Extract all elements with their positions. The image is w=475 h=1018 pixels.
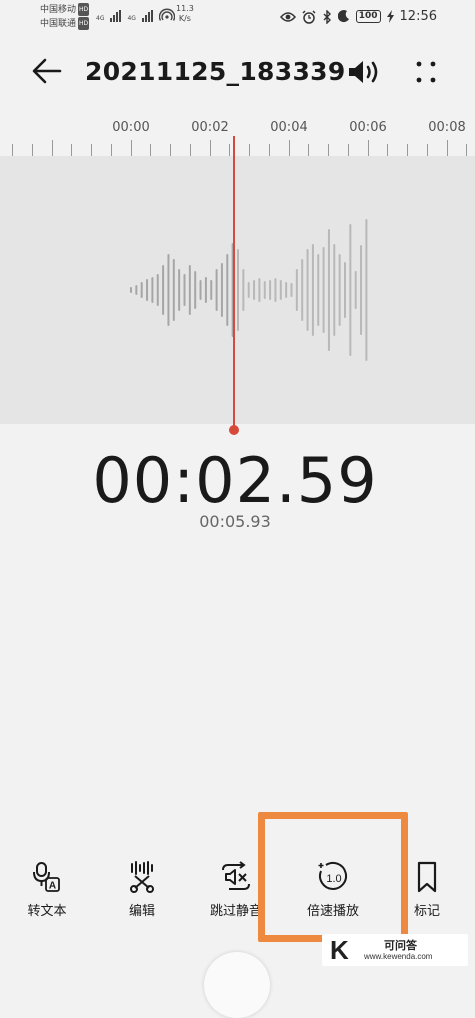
timeline-tick xyxy=(31,144,33,156)
playhead-handle[interactable] xyxy=(229,425,239,435)
highlight-box xyxy=(258,812,408,942)
timeline-tick xyxy=(387,144,389,156)
more-options-icon[interactable] xyxy=(414,58,438,86)
convert-to-text-button[interactable]: A 转文本 xyxy=(12,860,82,919)
timeline-tick xyxy=(407,144,408,156)
timeline-tick xyxy=(426,144,428,156)
timeline-tick xyxy=(71,144,73,156)
timeline-label: 00:06 xyxy=(349,120,387,135)
signal-bars-icon xyxy=(141,10,153,22)
status-right: 100 12:56 xyxy=(279,9,437,24)
timeline-tick xyxy=(446,140,448,156)
network-speed: 11.3 K/s xyxy=(176,4,194,24)
watermark-title: 可问答 xyxy=(384,939,417,952)
hotspot-icon xyxy=(158,8,175,21)
timeline-tick xyxy=(249,144,250,156)
network-type-2: 4G xyxy=(127,15,136,22)
timeline-ticks xyxy=(0,140,475,156)
clock: 12:56 xyxy=(399,9,437,24)
timeline-tick xyxy=(209,140,211,156)
carrier-info: 中国移动 HD 中国联通 HD xyxy=(40,3,90,31)
timeline-tick xyxy=(347,144,349,156)
playhead-line[interactable] xyxy=(233,136,235,426)
header: 20211125_183339 xyxy=(0,44,475,100)
hd-badge: HD xyxy=(78,3,90,16)
status-bar: 中国移动 HD 中国联通 HD 4G 4G 11.3 K/s 100 12:56 xyxy=(0,0,475,34)
timeline-tick xyxy=(328,144,329,156)
timeline-tick xyxy=(189,144,191,156)
mute-skip-icon xyxy=(222,861,250,890)
timeline-tick xyxy=(12,144,13,156)
timeline-tick xyxy=(91,144,92,156)
toolbar-label: 编辑 xyxy=(128,904,155,919)
speed-value: 11.3 xyxy=(176,4,194,13)
timeline-label: 00:02 xyxy=(191,120,229,135)
speed-unit: K/s xyxy=(178,14,191,23)
total-duration: 00:05.93 xyxy=(199,512,271,531)
timeline-ruler[interactable]: 00:00 00:02 00:04 00:06 00:08 xyxy=(0,116,475,156)
signal-bars-icon xyxy=(110,10,122,22)
timeline-tick xyxy=(51,140,53,156)
network-type-1: 4G xyxy=(96,15,105,22)
bookmark-icon xyxy=(417,861,437,893)
timeline-tick xyxy=(268,144,270,156)
speaker-volume-icon[interactable] xyxy=(346,58,382,86)
moon-icon xyxy=(337,10,349,23)
timeline-tick xyxy=(308,144,310,156)
carrier-1: 中国移动 xyxy=(40,5,77,15)
timeline-tick xyxy=(229,144,231,156)
carrier-2: 中国联通 xyxy=(40,19,77,29)
play-button[interactable] xyxy=(204,952,270,1018)
edit-button[interactable]: 编辑 xyxy=(107,860,177,919)
timeline-tick xyxy=(170,144,171,156)
recording-title: 20211125_183339 xyxy=(85,57,346,86)
waveform-area[interactable] xyxy=(0,156,475,424)
watermark-logo: K xyxy=(330,935,349,965)
current-time: 00:02.59 xyxy=(92,444,378,517)
svg-text:A: A xyxy=(49,881,56,892)
timeline-label: 00:04 xyxy=(270,120,308,135)
eye-icon xyxy=(279,11,296,22)
timeline-tick xyxy=(367,140,369,156)
timeline-label: 00:08 xyxy=(428,120,466,135)
watermark-url: www.kewenda.com xyxy=(364,952,433,961)
scissors-icon xyxy=(130,861,154,893)
signal-indicators: 4G 4G xyxy=(96,8,175,22)
hd-badge: HD xyxy=(78,17,90,30)
watermark: K 可问答 www.kewenda.com xyxy=(322,934,468,966)
alarm-icon xyxy=(302,9,316,24)
toolbar-label: 转文本 xyxy=(27,904,67,919)
timeline-label: 00:00 xyxy=(112,120,150,135)
timeline-tick xyxy=(466,144,468,156)
timeline-tick xyxy=(150,144,152,156)
mic-text-icon: A xyxy=(33,862,60,892)
charging-icon xyxy=(386,10,394,23)
timeline-tick xyxy=(130,140,132,156)
waveform-graphic xyxy=(130,219,368,361)
bluetooth-icon xyxy=(323,9,331,24)
back-arrow-icon[interactable] xyxy=(30,56,64,86)
timeline-tick xyxy=(288,140,290,156)
timeline-tick xyxy=(110,144,112,156)
battery-indicator: 100 xyxy=(355,10,381,23)
